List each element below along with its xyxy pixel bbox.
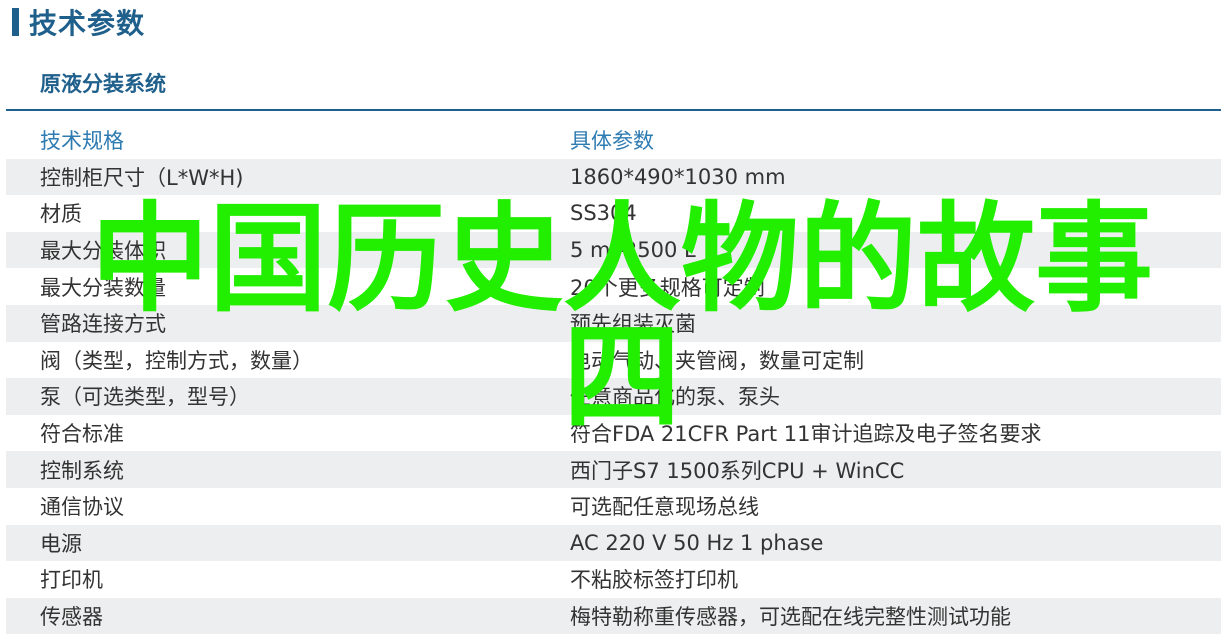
spec-value: 预先组装灭菌 — [570, 312, 696, 337]
spec-value: 符合FDA 21CFR Part 11审计追踪及电子签名要求 — [570, 422, 1042, 447]
spec-name: 打印机 — [40, 568, 103, 593]
spec-name: 最大分装体积 — [40, 239, 166, 264]
table-row: 最大分装数量 20个更多规格可定制 — [6, 268, 1221, 305]
page-title: 技术参数 — [29, 7, 146, 40]
table-row: 控制柜尺寸（L*W*H) 1860*490*1030 mm — [6, 158, 1221, 196]
table-row: 泵（可选类型，型号） 任意商品化的泵、泵头 — [6, 378, 1221, 415]
spec-name: 材质 — [40, 202, 82, 227]
column-header-value: 具体参数 — [570, 129, 654, 154]
spec-name: 通信协议 — [40, 495, 124, 520]
table-row: 通信协议 可选配任意现场总线 — [6, 488, 1221, 525]
spec-value: 可选配任意现场总线 — [570, 495, 759, 520]
spec-value: 梅特勒称重传感器，可选配在线完整性测试功能 — [570, 605, 1011, 630]
spec-name: 符合标准 — [40, 422, 124, 447]
page-title-bar: 技术参数 — [12, 6, 145, 40]
section-divider — [6, 109, 1221, 111]
spec-name: 最大分装数量 — [40, 275, 166, 300]
table-header-row: 技术规格 具体参数 — [6, 122, 1221, 159]
table-row: 控制系统 西门子S7 1500系列CPU + WinCC — [6, 451, 1221, 488]
table-row: 打印机 不粘胶标签打印机 — [6, 561, 1221, 598]
spec-value: 20个更多规格可定制 — [570, 275, 765, 300]
table-row: 材质 SS304 — [6, 195, 1221, 232]
table-row: 最大分装体积 5 ml-2500 L — [6, 231, 1221, 269]
table-row: 符合标准 符合FDA 21CFR Part 11审计追踪及电子签名要求 — [6, 415, 1221, 452]
spec-name: 泵（可选类型，型号） — [40, 385, 250, 410]
table-row: 电源 AC 220 V 50 Hz 1 phase — [6, 524, 1221, 562]
spec-name: 控制系统 — [40, 458, 124, 483]
spec-name: 阀（类型，控制方式，数量） — [40, 348, 313, 373]
spec-table: 技术规格 具体参数 控制柜尺寸（L*W*H) 1860*490*1030 mm … — [6, 122, 1221, 635]
spec-value: 1860*490*1030 mm — [570, 164, 786, 189]
spec-value: 西门子S7 1500系列CPU + WinCC — [570, 458, 905, 483]
spec-value: SS304 — [570, 201, 637, 226]
spec-value: AC 220 V 50 Hz 1 phase — [570, 530, 824, 555]
table-row: 阀（类型，控制方式，数量） 电动气动、夹管阀，数量可定制 — [6, 342, 1221, 379]
spec-name: 控制柜尺寸（L*W*H) — [40, 165, 244, 190]
spec-name: 电源 — [40, 531, 82, 556]
title-accent-bar — [12, 8, 19, 36]
table-row: 传感器 梅特勒称重传感器，可选配在线完整性测试功能 — [6, 597, 1221, 635]
spec-value: 任意商品化的泵、泵头 — [570, 385, 780, 410]
spec-name: 管路连接方式 — [40, 312, 166, 337]
spec-value: 不粘胶标签打印机 — [570, 568, 738, 593]
column-header-spec: 技术规格 — [40, 129, 124, 154]
spec-name: 传感器 — [40, 605, 103, 630]
spec-value: 电动气动、夹管阀，数量可定制 — [570, 348, 864, 373]
spec-value: 5 ml-2500 L — [570, 238, 696, 263]
table-row: 管路连接方式 预先组装灭菌 — [6, 304, 1221, 342]
section-subtitle: 原液分装系统 — [40, 72, 166, 96]
